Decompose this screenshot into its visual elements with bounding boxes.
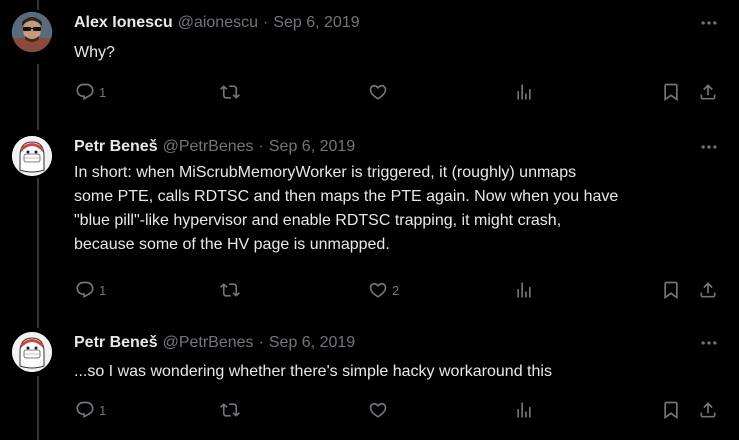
like-button[interactable] <box>368 399 392 421</box>
tweet-date[interactable]: Sep 6, 2019 <box>269 334 355 352</box>
avatar-alex-ionescu[interactable] <box>12 12 52 52</box>
more-button[interactable] <box>698 138 720 156</box>
views-icon <box>517 282 531 298</box>
bookmark-button[interactable] <box>661 81 681 103</box>
thread-line <box>37 178 39 328</box>
like-icon <box>369 84 387 100</box>
action-bar: 1 <box>0 81 739 103</box>
tweet-text: Why? <box>74 41 724 65</box>
more-icon <box>701 145 717 149</box>
separator-dot: · <box>258 334 264 351</box>
reply-button[interactable]: 1 <box>75 81 106 103</box>
author-name[interactable]: Alex Ionescu <box>74 14 173 32</box>
more-icon <box>701 341 717 345</box>
retweet-button[interactable] <box>220 81 244 103</box>
bookmark-icon <box>664 281 678 300</box>
views-button[interactable] <box>514 399 534 421</box>
action-bar: 1 <box>0 399 739 421</box>
more-icon <box>701 21 717 25</box>
share-icon <box>700 282 716 298</box>
share-button[interactable] <box>698 279 718 301</box>
tweet-header: Alex Ionescu @aionescu · Sep 6, 2019 <box>74 12 360 34</box>
retweet-icon <box>220 283 240 297</box>
author-handle[interactable]: @PetrBenes <box>163 334 254 352</box>
more-button[interactable] <box>698 334 720 352</box>
like-count: 2 <box>392 282 400 298</box>
like-button[interactable]: 2 <box>368 279 399 301</box>
tweet-header: Petr Beneš @PetrBenes · Sep 6, 2019 <box>74 136 355 158</box>
like-icon <box>369 282 387 298</box>
share-icon <box>700 402 716 418</box>
tweet-text-line: because some of the HV page is unmapped. <box>74 236 390 253</box>
views-icon <box>517 84 531 100</box>
author-handle[interactable]: @PetrBenes <box>163 138 254 156</box>
share-icon <box>700 84 716 100</box>
tweet-text-line: "blue pill"-like hypervisor and enable R… <box>74 212 562 229</box>
avatar-petr-benes[interactable] <box>12 332 52 372</box>
reply-count: 1 <box>99 282 107 298</box>
retweet-button[interactable] <box>220 279 244 301</box>
views-icon <box>517 402 531 418</box>
separator-dot: · <box>263 14 269 31</box>
separator-dot: · <box>258 138 264 155</box>
views-button[interactable] <box>514 81 534 103</box>
tweet-text: ...so I was wondering whether there's si… <box>74 360 724 384</box>
retweet-icon <box>220 403 240 417</box>
like-button[interactable] <box>368 81 392 103</box>
thread-line <box>37 0 39 10</box>
share-button[interactable] <box>698 81 718 103</box>
tweet-header: Petr Beneš @PetrBenes · Sep 6, 2019 <box>74 332 355 354</box>
tweet-text: In short: when MiScrubMemoryWorker is tr… <box>74 161 724 257</box>
avatar-petr-benes[interactable] <box>12 136 52 176</box>
like-icon <box>369 402 387 418</box>
tweet-text-line: ...so I was wondering whether there's si… <box>74 363 552 380</box>
share-button[interactable] <box>698 399 718 421</box>
reply-button[interactable]: 1 <box>75 399 106 421</box>
author-name[interactable]: Petr Beneš <box>74 334 158 352</box>
tweet-date[interactable]: Sep 6, 2019 <box>269 138 355 156</box>
bookmark-button[interactable] <box>661 279 681 301</box>
author-name[interactable]: Petr Beneš <box>74 138 158 156</box>
tweet-text-line: some PTE, calls RDTSC and then maps the … <box>74 188 619 205</box>
reply-count: 1 <box>99 84 107 100</box>
more-button[interactable] <box>698 14 720 32</box>
tweet-date[interactable]: Sep 6, 2019 <box>273 14 359 32</box>
reply-icon <box>76 281 94 299</box>
author-handle[interactable]: @aionescu <box>178 14 258 32</box>
bookmark-button[interactable] <box>661 399 681 421</box>
reply-count: 1 <box>99 402 107 418</box>
tweet-text-line: Why? <box>74 44 115 61</box>
reply-icon <box>76 83 94 101</box>
action-bar: 1 2 <box>0 279 739 301</box>
reply-icon <box>76 401 94 419</box>
tweet-text-line: In short: when MiScrubMemoryWorker is tr… <box>74 164 577 181</box>
retweet-icon <box>220 85 240 99</box>
reply-button[interactable]: 1 <box>75 279 106 301</box>
retweet-button[interactable] <box>220 399 244 421</box>
bookmark-icon <box>664 83 678 102</box>
views-button[interactable] <box>514 279 534 301</box>
bookmark-icon <box>664 401 678 420</box>
